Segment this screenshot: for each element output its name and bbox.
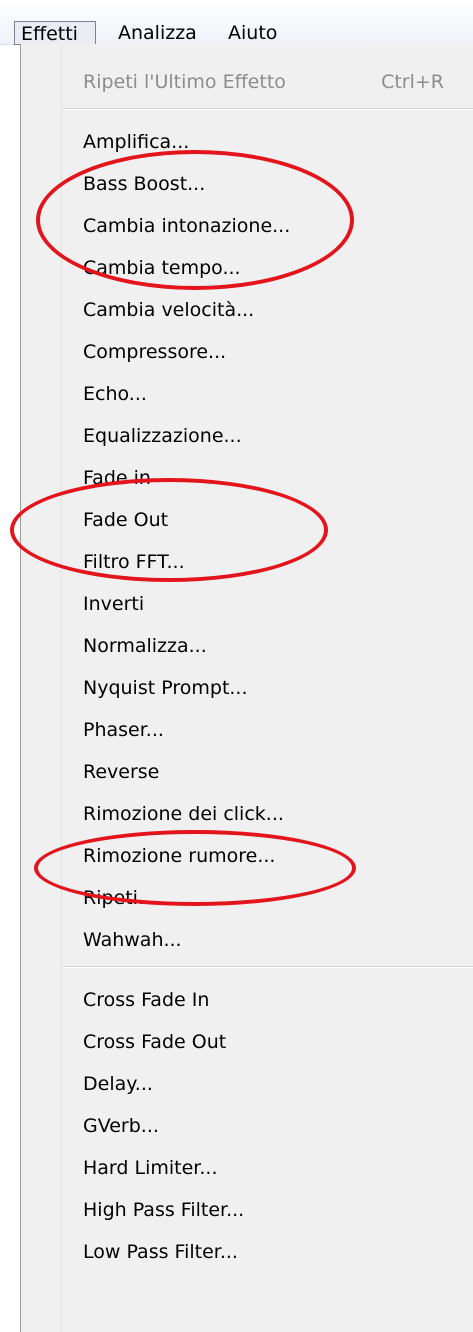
menu-item-label: Nyquist Prompt... xyxy=(83,677,248,699)
menu-item-bass-boost[interactable]: Bass Boost... xyxy=(83,164,454,204)
menu-item-delay[interactable]: Delay... xyxy=(83,1064,454,1104)
menu-item-hard-limiter[interactable]: Hard Limiter... xyxy=(83,1148,454,1188)
menu-item-label: Cambia tempo... xyxy=(83,257,241,279)
menu-icon-gutter xyxy=(21,44,62,1332)
menu-item-cross-fade-in[interactable]: Cross Fade In xyxy=(83,980,454,1020)
menu-item-normalizza[interactable]: Normalizza... xyxy=(83,626,454,666)
menu-item-fade-in[interactable]: Fade in xyxy=(83,458,454,498)
menu-item-cambia-tempo[interactable]: Cambia tempo... xyxy=(83,248,454,288)
menu-item-filtro-fft[interactable]: Filtro FFT... xyxy=(83,542,454,582)
menu-item-label: Rimozione rumore... xyxy=(83,845,276,867)
menu-item-low-pass-filter[interactable]: Low Pass Filter... xyxy=(83,1232,454,1272)
menu-item-label: Rimozione dei click... xyxy=(83,803,284,825)
menu-item-rimozione-rumore[interactable]: Rimozione rumore... xyxy=(83,836,454,876)
menu-item-ripeti[interactable]: Ripeti... xyxy=(83,878,454,918)
menu-item-echo[interactable]: Echo... xyxy=(83,374,454,414)
menu-item-reverse[interactable]: Reverse xyxy=(83,752,454,792)
menu-item-label: Filtro FFT... xyxy=(83,551,185,573)
menu-item-nyquist-prompt[interactable]: Nyquist Prompt... xyxy=(83,668,454,708)
menu-item-label: Inverti xyxy=(83,593,145,615)
menu-item-label: Ripeti... xyxy=(83,887,157,909)
menu-item-label: Ripeti l'Ultimo Effetto xyxy=(83,71,286,93)
menu-item-label: Wahwah... xyxy=(83,929,182,951)
menu-item-cambia-velocita[interactable]: Cambia velocità... xyxy=(83,290,454,330)
menu-bar: Effetti Analizza Aiuto xyxy=(0,0,473,45)
menu-item-label: Compressore... xyxy=(83,341,227,363)
menu-item-wahwah[interactable]: Wahwah... xyxy=(83,920,454,960)
menu-item-amplifica[interactable]: Amplifica... xyxy=(83,122,454,162)
menu-effetti[interactable]: Effetti xyxy=(14,21,96,45)
menu-item-label: Low Pass Filter... xyxy=(83,1241,238,1263)
menu-item-label: Bass Boost... xyxy=(83,173,206,195)
menu-item-inverti[interactable]: Inverti xyxy=(83,584,454,624)
menu-item-cross-fade-out[interactable]: Cross Fade Out xyxy=(83,1022,454,1062)
menu-item-label: Echo... xyxy=(83,383,147,405)
menu-item-label: Phaser... xyxy=(83,719,164,741)
menu-item-repeat-last-effect: Ripeti l'Ultimo Effetto Ctrl+R xyxy=(83,62,454,102)
menu-analizza[interactable]: Analizza xyxy=(112,21,212,45)
menu-item-label: Fade Out xyxy=(83,509,169,531)
menu-item-label: Reverse xyxy=(83,761,160,783)
menu-separator xyxy=(63,108,473,110)
menu-item-fade-out[interactable]: Fade Out xyxy=(83,500,454,540)
menu-separator xyxy=(63,966,473,968)
menu-item-compressore[interactable]: Compressore... xyxy=(83,332,454,372)
menu-item-cambia-intonazione[interactable]: Cambia intonazione... xyxy=(83,206,454,246)
menu-item-rimozione-click[interactable]: Rimozione dei click... xyxy=(83,794,454,834)
menu-item-label: Cambia intonazione... xyxy=(83,215,291,237)
menu-item-phaser[interactable]: Phaser... xyxy=(83,710,454,750)
menu-item-label: Amplifica... xyxy=(83,131,190,153)
menu-item-label: Cambia velocità... xyxy=(83,299,255,321)
menu-item-label: Cross Fade In xyxy=(83,989,210,1011)
menu-item-label: Hard Limiter... xyxy=(83,1157,218,1179)
menu-item-label: Fade in xyxy=(83,467,151,489)
menu-item-label: Delay... xyxy=(83,1073,153,1095)
menu-item-high-pass-filter[interactable]: High Pass Filter... xyxy=(83,1190,454,1230)
menu-item-label: Equalizzazione... xyxy=(83,425,242,447)
menu-item-label: High Pass Filter... xyxy=(83,1199,245,1221)
menu-aiuto[interactable]: Aiuto xyxy=(222,21,292,45)
menu-item-label: Cross Fade Out xyxy=(83,1031,227,1053)
menu-item-equalizzazione[interactable]: Equalizzazione... xyxy=(83,416,454,456)
menu-item-shortcut: Ctrl+R xyxy=(381,71,444,93)
menu-item-label: Normalizza... xyxy=(83,635,207,657)
menu-item-label: GVerb... xyxy=(83,1115,159,1137)
effetti-dropdown-menu: Ripeti l'Ultimo Effetto Ctrl+R Amplifica… xyxy=(20,44,473,1332)
menu-item-gverb[interactable]: GVerb... xyxy=(83,1106,454,1146)
